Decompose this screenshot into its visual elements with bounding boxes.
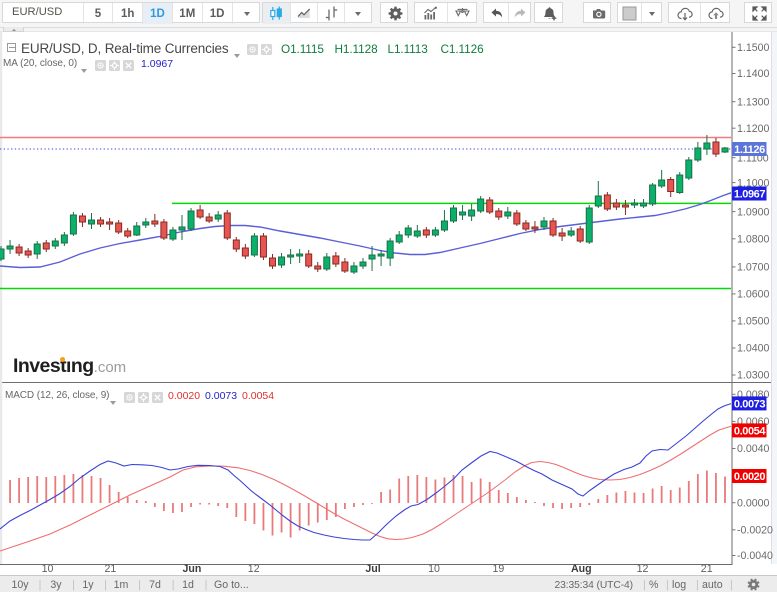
svg-text:Jun: Jun xyxy=(182,563,201,575)
svg-text:21: 21 xyxy=(105,563,117,575)
svg-text:19: 19 xyxy=(493,563,505,575)
svg-text:Jul: Jul xyxy=(365,563,380,575)
svg-text:1.1126: 1.1126 xyxy=(734,144,765,156)
svg-text:10: 10 xyxy=(428,563,440,575)
svg-text:12: 12 xyxy=(637,563,649,575)
svg-text:0.0073: 0.0073 xyxy=(734,398,766,410)
svg-text:-0.0040: -0.0040 xyxy=(737,550,773,562)
svg-text:1.0400: 1.0400 xyxy=(737,343,770,355)
svg-text:1.1300: 1.1300 xyxy=(737,96,770,108)
svg-text:1.0600: 1.0600 xyxy=(737,289,770,301)
svg-text:1.0500: 1.0500 xyxy=(737,316,770,328)
svg-text:21: 21 xyxy=(701,563,713,575)
svg-text:1.1400: 1.1400 xyxy=(737,68,770,80)
svg-text:12: 12 xyxy=(248,563,260,575)
svg-text:0.0000: 0.0000 xyxy=(737,497,770,509)
svg-text:0.0040: 0.0040 xyxy=(737,443,770,455)
svg-text:1.0967: 1.0967 xyxy=(734,189,766,201)
svg-text:1.1500: 1.1500 xyxy=(737,42,770,54)
svg-text:1.0300: 1.0300 xyxy=(737,370,770,382)
svg-text:-0.0020: -0.0020 xyxy=(737,525,773,537)
svg-text:0.0020: 0.0020 xyxy=(734,471,766,483)
svg-text:1.1200: 1.1200 xyxy=(737,123,770,135)
svg-text:10: 10 xyxy=(42,563,54,575)
svg-text:1.0700: 1.0700 xyxy=(737,262,770,274)
svg-text:Aug: Aug xyxy=(571,563,592,575)
svg-text:1.0900: 1.0900 xyxy=(737,206,770,218)
svg-text:0.0054: 0.0054 xyxy=(734,425,767,437)
svg-text:1.0800: 1.0800 xyxy=(737,234,770,246)
